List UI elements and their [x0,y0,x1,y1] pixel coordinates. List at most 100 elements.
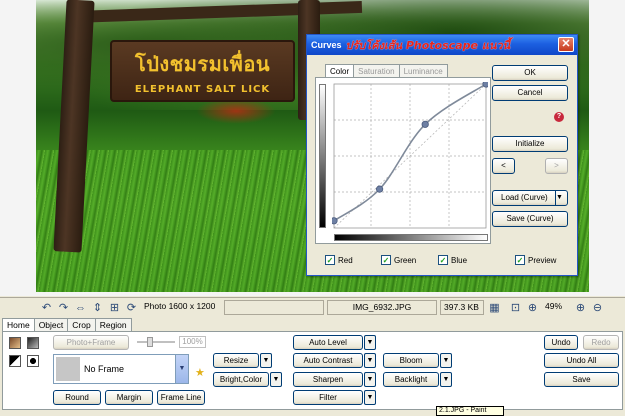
tab-region[interactable]: Region [94,318,132,331]
curves-title: Curves [311,40,342,50]
redo-button[interactable]: Redo [583,335,619,350]
help-icon[interactable]: ? [554,112,564,122]
tab-object[interactable]: Object [33,318,69,331]
check-icon: ✓ [515,255,525,265]
checkbox-blue[interactable]: ✓ Blue [438,255,515,265]
rotate-right-icon[interactable]: ↷ [57,301,70,314]
bloom-label: Bloom [399,356,423,365]
chevron-down-icon[interactable]: ▼ [175,355,188,383]
tab-crop[interactable]: Crop [67,318,96,331]
star-icon[interactable]: ★ [195,366,205,379]
photo-frame-button[interactable]: Photo+Frame [53,335,129,350]
curve-control-point[interactable] [421,120,429,128]
chevron-down-icon[interactable]: ▼ [555,191,567,205]
curves-dialog: Curves ปรับโค้งเส้น Photoscape แนวนี้ ✕ … [306,34,578,276]
flip-horizontal-icon[interactable]: ⇔ [74,301,87,314]
curve-graph[interactable] [332,82,488,230]
bright-color-label: Bright,Color [219,375,263,384]
margin-button[interactable]: Margin [105,390,153,405]
chevron-down-icon[interactable]: ▼ [270,372,282,387]
zoom-fit-icon[interactable]: ⊡ [509,301,522,314]
resize-button[interactable]: Resize ▼ [213,353,272,368]
round-button[interactable]: Round [53,390,101,405]
frame-gray-icon[interactable] [27,337,39,349]
view-toolbar: ↶ ↷ ⇔ ⇕ ⊞ ⟳ Photo 1600 x 1200 IMG_6932.J… [0,297,625,317]
backlight-button[interactable]: Backlight ▼ [383,372,452,387]
frame-color-icon[interactable] [9,337,21,349]
chevron-down-icon[interactable]: ▼ [440,353,452,368]
checkbox-blue-label: Blue [451,255,468,265]
chevron-down-icon[interactable]: ▼ [364,390,376,405]
sharpen-button[interactable]: Sharpen ▼ [293,372,376,387]
tab-saturation[interactable]: Saturation [353,64,400,78]
tab-color[interactable]: Color [325,64,355,78]
zoom-out-icon[interactable]: ⊖ [591,301,604,314]
chevron-down-icon[interactable]: ▼ [260,353,272,368]
curves-titlebar[interactable]: Curves ปรับโค้งเส้น Photoscape แนวนี้ [307,35,577,55]
zoom-in-icon[interactable]: ⊕ [574,301,587,314]
sharpen-label: Sharpen [312,375,344,384]
resize-icon[interactable]: ⊞ [108,301,121,314]
filter-button[interactable]: Filter ▼ [293,390,376,405]
frame-round-icon[interactable] [27,355,39,367]
channel-checkboxes: ✓ Red ✓ Green ✓ Blue ✓ Preview [325,255,563,265]
refresh-icon[interactable]: ⟳ [125,301,138,314]
zoom-readout: 49% [542,300,570,315]
curve-control-point[interactable] [375,185,384,193]
frame-select[interactable]: No Frame ▼ [53,354,189,384]
edit-panel: Home Object Crop Region Photo+Frame 100%… [0,318,625,412]
checkbox-red[interactable]: ✓ Red [325,255,381,265]
save-curve-button[interactable]: Save (Curve) [492,211,568,227]
home-tab-content: Photo+Frame 100% No Frame ▼ ★ Round Marg… [2,331,623,410]
prev-curve-button[interactable]: < [492,158,515,174]
initialize-button[interactable]: Initialize [492,136,568,152]
chevron-down-icon[interactable]: ▼ [364,353,376,368]
checkbox-green[interactable]: ✓ Green [381,255,438,265]
ok-button[interactable]: OK [492,65,568,81]
photo-size-readout: Photo 1600 x 1200 [141,300,221,315]
zoom-actual-icon[interactable]: ⊕ [526,301,539,314]
tab-home[interactable]: Home [2,318,35,331]
curve-control-point[interactable] [332,217,338,225]
flip-vertical-icon[interactable]: ⇕ [91,301,104,314]
next-curve-button[interactable]: > [545,158,568,174]
curve-control-point[interactable] [482,82,488,88]
auto-level-label: Auto Level [309,338,347,347]
frame-size-slider[interactable] [137,337,175,347]
slider-thumb[interactable] [147,337,153,347]
frame-percent-field[interactable]: 100% [179,336,206,348]
curve-graph-frame [315,77,491,244]
close-icon[interactable]: ✕ [558,37,574,52]
frame-line-button[interactable]: Frame Line [157,390,205,405]
auto-contrast-button[interactable]: Auto Contrast ▼ [293,353,376,368]
load-curve-button[interactable]: Load (Curve) ▼ [492,190,568,206]
photo-sign: โป่งชมรมเพื่อน ELEPHANT SALT LICK [110,40,295,102]
rotate-left-icon[interactable]: ↶ [40,301,53,314]
frame-select-value: No Frame [84,364,125,374]
checkbox-preview[interactable]: ✓ Preview [515,255,556,265]
bloom-button[interactable]: Bloom ▼ [383,353,452,368]
status-blank [224,300,324,315]
backlight-label: Backlight [394,375,428,384]
chevron-down-icon[interactable]: ▼ [364,372,376,387]
load-curve-label: Load (Curve) [501,193,548,202]
output-gradient-bar [319,84,326,228]
auto-contrast-label: Auto Contrast [303,356,353,365]
photoscape-editor-window: โป่งชมรมเพื่อน ELEPHANT SALT LICK Curves… [0,0,625,416]
tab-luminance[interactable]: Luminance [398,64,448,78]
bright-color-button[interactable]: Bright,Color ▼ [213,372,282,387]
transparency-grid-icon[interactable]: ▦ [488,301,501,314]
checkbox-red-label: Red [338,255,353,265]
curves-tabs: Color Saturation Luminance [325,64,448,78]
slider-track [137,341,175,343]
resize-label: Resize [223,356,249,365]
check-icon: ✓ [381,255,391,265]
chevron-down-icon[interactable]: ▼ [440,372,452,387]
undo-button[interactable]: Undo [544,335,578,350]
auto-level-button[interactable]: Auto Level ▼ [293,335,376,350]
cancel-button[interactable]: Cancel [492,85,568,101]
save-button[interactable]: Save [544,372,619,387]
undo-all-button[interactable]: Undo All [544,353,619,368]
chevron-down-icon[interactable]: ▼ [364,335,376,350]
frame-bw-icon[interactable] [9,355,21,367]
